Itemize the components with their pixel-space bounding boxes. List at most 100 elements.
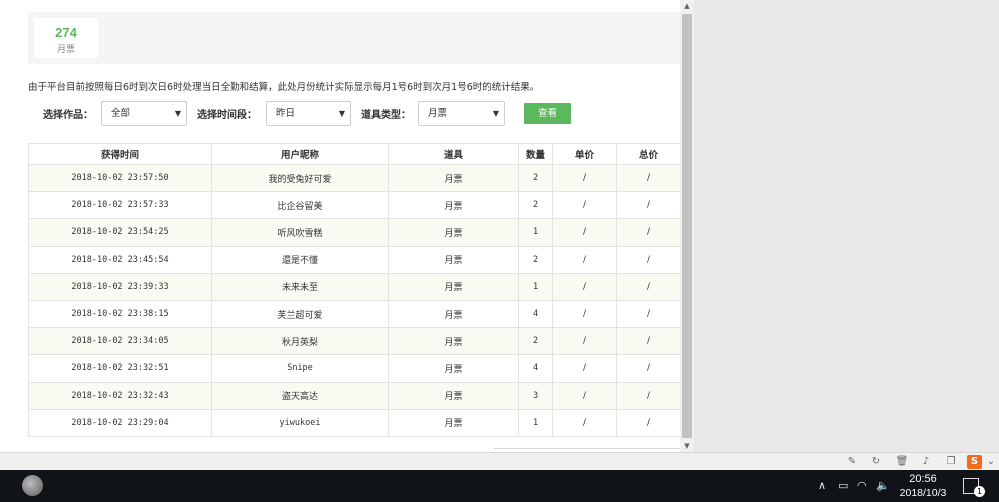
cell-total-price: / <box>616 245 681 274</box>
cell-unit-price: / <box>552 218 617 247</box>
column-header-nickname: 用户昵称 <box>211 143 389 165</box>
statistics-notice: 由于平台目前按照每日6时到次日6时处理当日全勤和结算，此处月份统计实际显示每月1… <box>28 82 540 93</box>
cell-time: 2018-10-02 23:32:51 <box>28 354 212 383</box>
cell-item: 月票 <box>388 272 519 301</box>
cell-quantity: 2 <box>518 163 553 193</box>
table-row: 2018-10-02 23:57:50 我的受兔好可爱 月票 2 / / <box>28 163 681 193</box>
cell-total-price: / <box>616 327 681 356</box>
cell-time: 2018-10-02 23:32:43 <box>28 381 212 410</box>
cell-nickname: 還是不懂 <box>211 245 389 274</box>
period-select-value: 昨日 <box>276 108 296 119</box>
battery-icon[interactable]: ▭ <box>838 479 848 492</box>
cell-item: 月票 <box>388 408 519 437</box>
cell-total-price: / <box>616 408 681 437</box>
period-filter-label: 选择时间段： <box>197 110 257 121</box>
scrollbar-thumb[interactable] <box>682 14 692 438</box>
table-header-row: 获得时间 用户昵称 道具 数量 单价 总价 <box>28 143 681 165</box>
column-header-item: 道具 <box>388 143 519 165</box>
table-row: 2018-10-02 23:29:04 yiwukoei 月票 1 / / <box>28 408 681 437</box>
stat-label: 月票 <box>56 45 75 55</box>
cell-nickname: yiwukoei <box>211 408 389 437</box>
refresh-icon[interactable]: ↻ <box>869 455 883 469</box>
period-select[interactable]: 昨日 ▼ <box>266 101 351 126</box>
clock-time[interactable]: 20:56 <box>898 473 948 485</box>
cell-time: 2018-10-02 23:29:04 <box>28 408 212 437</box>
notification-count-badge: 1 <box>974 486 985 497</box>
cell-item: 月票 <box>388 354 519 383</box>
browser-page: 274 月票 由于平台目前按照每日6时到次日6时处理当日全勤和结算，此处月份统计… <box>0 0 694 452</box>
cell-total-price: / <box>616 381 681 410</box>
dropdown-caret-icon: ▼ <box>174 109 181 118</box>
cell-unit-price: / <box>552 354 617 383</box>
query-button[interactable]: 查看 <box>524 103 571 124</box>
cell-nickname: 我的受兔好可爱 <box>211 163 389 193</box>
cell-nickname: 听风吹雪糕 <box>211 218 389 247</box>
column-header-time: 获得时间 <box>28 143 212 165</box>
cell-item: 月票 <box>388 299 519 329</box>
empty-side-area <box>694 0 999 452</box>
column-header-quantity: 数量 <box>518 143 553 165</box>
cell-quantity: 2 <box>518 191 553 220</box>
table-row: 2018-10-02 23:32:51 Snipe 月票 4 / / <box>28 354 681 383</box>
cell-item: 月票 <box>388 245 519 274</box>
table-row: 2018-10-02 23:45:54 還是不懂 月票 2 / / <box>28 245 681 274</box>
cell-unit-price: / <box>552 245 617 274</box>
vertical-scrollbar[interactable]: ▲ ▼ <box>680 0 694 452</box>
table-row: 2018-10-02 23:39:33 未来未至 月票 1 / / <box>28 272 681 301</box>
cell-nickname: 比企谷留美 <box>211 191 389 220</box>
cell-total-price: / <box>616 272 681 301</box>
cell-item: 月票 <box>388 191 519 220</box>
cell-unit-price: / <box>552 163 617 193</box>
cell-quantity: 4 <box>518 299 553 329</box>
brush-icon[interactable]: ✎ <box>845 455 859 469</box>
table-row: 2018-10-02 23:38:15 芙兰超可爱 月票 4 / / <box>28 299 681 329</box>
table-row: 2018-10-02 23:32:43 盗天高达 月票 3 / / <box>28 381 681 410</box>
table-row: 2018-10-02 23:57:33 比企谷留美 月票 2 / / <box>28 191 681 220</box>
cell-nickname: 盗天高达 <box>211 381 389 410</box>
cell-total-price: / <box>616 354 681 383</box>
cell-item: 月票 <box>388 163 519 193</box>
column-header-total-price: 总价 <box>616 143 681 165</box>
column-header-unit-price: 单价 <box>552 143 617 165</box>
browser-status-bar: ✎ ↻ 🗑 ♪ ❐ S ⌄ <box>0 452 999 470</box>
cell-total-price: / <box>616 218 681 247</box>
scroll-up-arrow-icon[interactable]: ▲ <box>680 0 694 12</box>
cell-unit-price: / <box>552 299 617 329</box>
records-table: 获得时间 用户昵称 道具 数量 单价 总价 2018-10-02 23:57:5… <box>28 143 681 437</box>
work-select-value: 全部 <box>111 108 131 119</box>
chevron-up-icon[interactable]: ∧ <box>818 479 826 492</box>
cell-quantity: 4 <box>518 354 553 383</box>
cell-unit-price: / <box>552 381 617 410</box>
cell-item: 月票 <box>388 381 519 410</box>
cell-time: 2018-10-02 23:38:15 <box>28 299 212 329</box>
cell-time: 2018-10-02 23:34:05 <box>28 327 212 356</box>
cell-unit-price: / <box>552 272 617 301</box>
cell-unit-price: / <box>552 191 617 220</box>
table-row: 2018-10-02 23:34:05 秋月英梨 月票 2 / / <box>28 327 681 356</box>
item-type-select[interactable]: 月票 ▼ <box>418 101 505 126</box>
cell-time: 2018-10-02 23:57:33 <box>28 191 212 220</box>
speaker-icon[interactable]: ♪ <box>919 455 933 469</box>
windows-taskbar: ∧ ▭ ◠ 🔈 20:56 2018/10/3 1 <box>0 470 999 502</box>
volume-icon[interactable]: 🔈 <box>876 479 890 492</box>
trash-icon[interactable]: 🗑 <box>895 455 909 469</box>
cell-quantity: 2 <box>518 245 553 274</box>
cell-nickname: 未来未至 <box>211 272 389 301</box>
cell-quantity: 1 <box>518 218 553 247</box>
scroll-down-arrow-icon[interactable]: ▼ <box>680 440 694 452</box>
cell-nickname: 秋月英梨 <box>211 327 389 356</box>
cell-unit-price: / <box>552 408 617 437</box>
avatar[interactable] <box>22 475 43 496</box>
sogou-s-icon[interactable]: S <box>967 455 982 469</box>
stat-panel: 274 月票 <box>28 12 680 64</box>
cell-item: 月票 <box>388 218 519 247</box>
wifi-icon[interactable]: ◠ <box>857 479 867 492</box>
window-icon[interactable]: ❐ <box>944 455 958 469</box>
cell-total-price: / <box>616 163 681 193</box>
cell-quantity: 1 <box>518 408 553 437</box>
item-type-filter-label: 道具类型： <box>361 110 411 121</box>
chevron-down-icon[interactable]: ⌄ <box>984 455 998 469</box>
clock-date[interactable]: 2018/10/3 <box>894 487 952 499</box>
cell-time: 2018-10-02 23:45:54 <box>28 245 212 274</box>
work-select[interactable]: 全部 ▼ <box>101 101 187 126</box>
